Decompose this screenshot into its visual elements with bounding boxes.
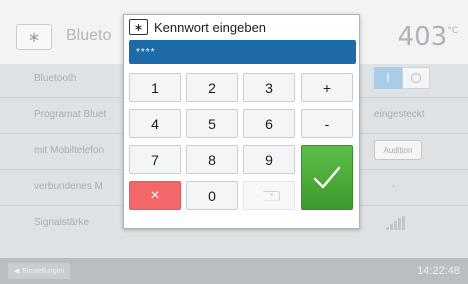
toggle-on[interactable]: I (374, 67, 402, 89)
key-3[interactable]: 3 (243, 73, 295, 102)
key-9[interactable]: 9 (243, 145, 295, 174)
key-5[interactable]: 5 (186, 109, 238, 138)
key-2[interactable]: 2 (186, 73, 238, 102)
row-value: eingesteckt (374, 109, 425, 120)
cancel-button[interactable]: × (129, 181, 181, 210)
password-dialog: ∗ Kennwort eingeben **** 1 2 3 + 4 5 6 -… (123, 14, 360, 229)
key-plus[interactable]: + (301, 73, 353, 102)
backspace-icon: × (258, 190, 280, 201)
signal-strength-icon (386, 216, 410, 230)
bluetooth-icon: ∗ (16, 24, 52, 50)
key-1[interactable]: 1 (129, 73, 181, 102)
toggle-off[interactable] (402, 67, 430, 89)
checkmark-icon (313, 166, 341, 188)
back-button[interactable]: ◀ Einstellungen (8, 263, 71, 279)
dialog-header: ∗ Kennwort eingeben (124, 15, 361, 39)
dialog-title: Kennwort eingeben (154, 19, 267, 35)
back-label: Einstellungen (22, 267, 65, 275)
password-input[interactable]: **** (129, 40, 356, 64)
row-label: Signalstärke (34, 217, 90, 228)
row-label: Bluetooth (34, 73, 77, 84)
key-7[interactable]: 7 (129, 145, 181, 174)
backspace-button[interactable]: × (243, 181, 295, 210)
audition-button[interactable]: Audition (374, 140, 422, 160)
row-label: Programat Bluet (34, 109, 107, 120)
row-value: - (392, 181, 396, 192)
row-label: mit Mobiltelefon (34, 145, 105, 156)
page-title: Blueto (66, 27, 112, 44)
circle-icon (411, 73, 421, 83)
ok-button[interactable] (301, 145, 353, 210)
key-0[interactable]: 0 (186, 181, 238, 210)
temperature-display: 403°C (398, 22, 458, 52)
temperature-unit: °C (447, 26, 458, 36)
clock: 14:22:48 (417, 265, 460, 277)
temperature-value: 403 (397, 22, 448, 52)
key-4[interactable]: 4 (129, 109, 181, 138)
footer-bar: ◀ Einstellungen 14:22:48 (0, 258, 468, 284)
key-6[interactable]: 6 (243, 109, 295, 138)
bluetooth-icon: ∗ (129, 19, 148, 35)
row-label: verbundenes M (34, 181, 103, 192)
chevron-left-icon: ◀ (14, 268, 20, 275)
key-minus[interactable]: - (301, 109, 353, 138)
key-8[interactable]: 8 (186, 145, 238, 174)
close-icon: × (150, 186, 160, 204)
bluetooth-toggle[interactable]: I (374, 67, 434, 89)
